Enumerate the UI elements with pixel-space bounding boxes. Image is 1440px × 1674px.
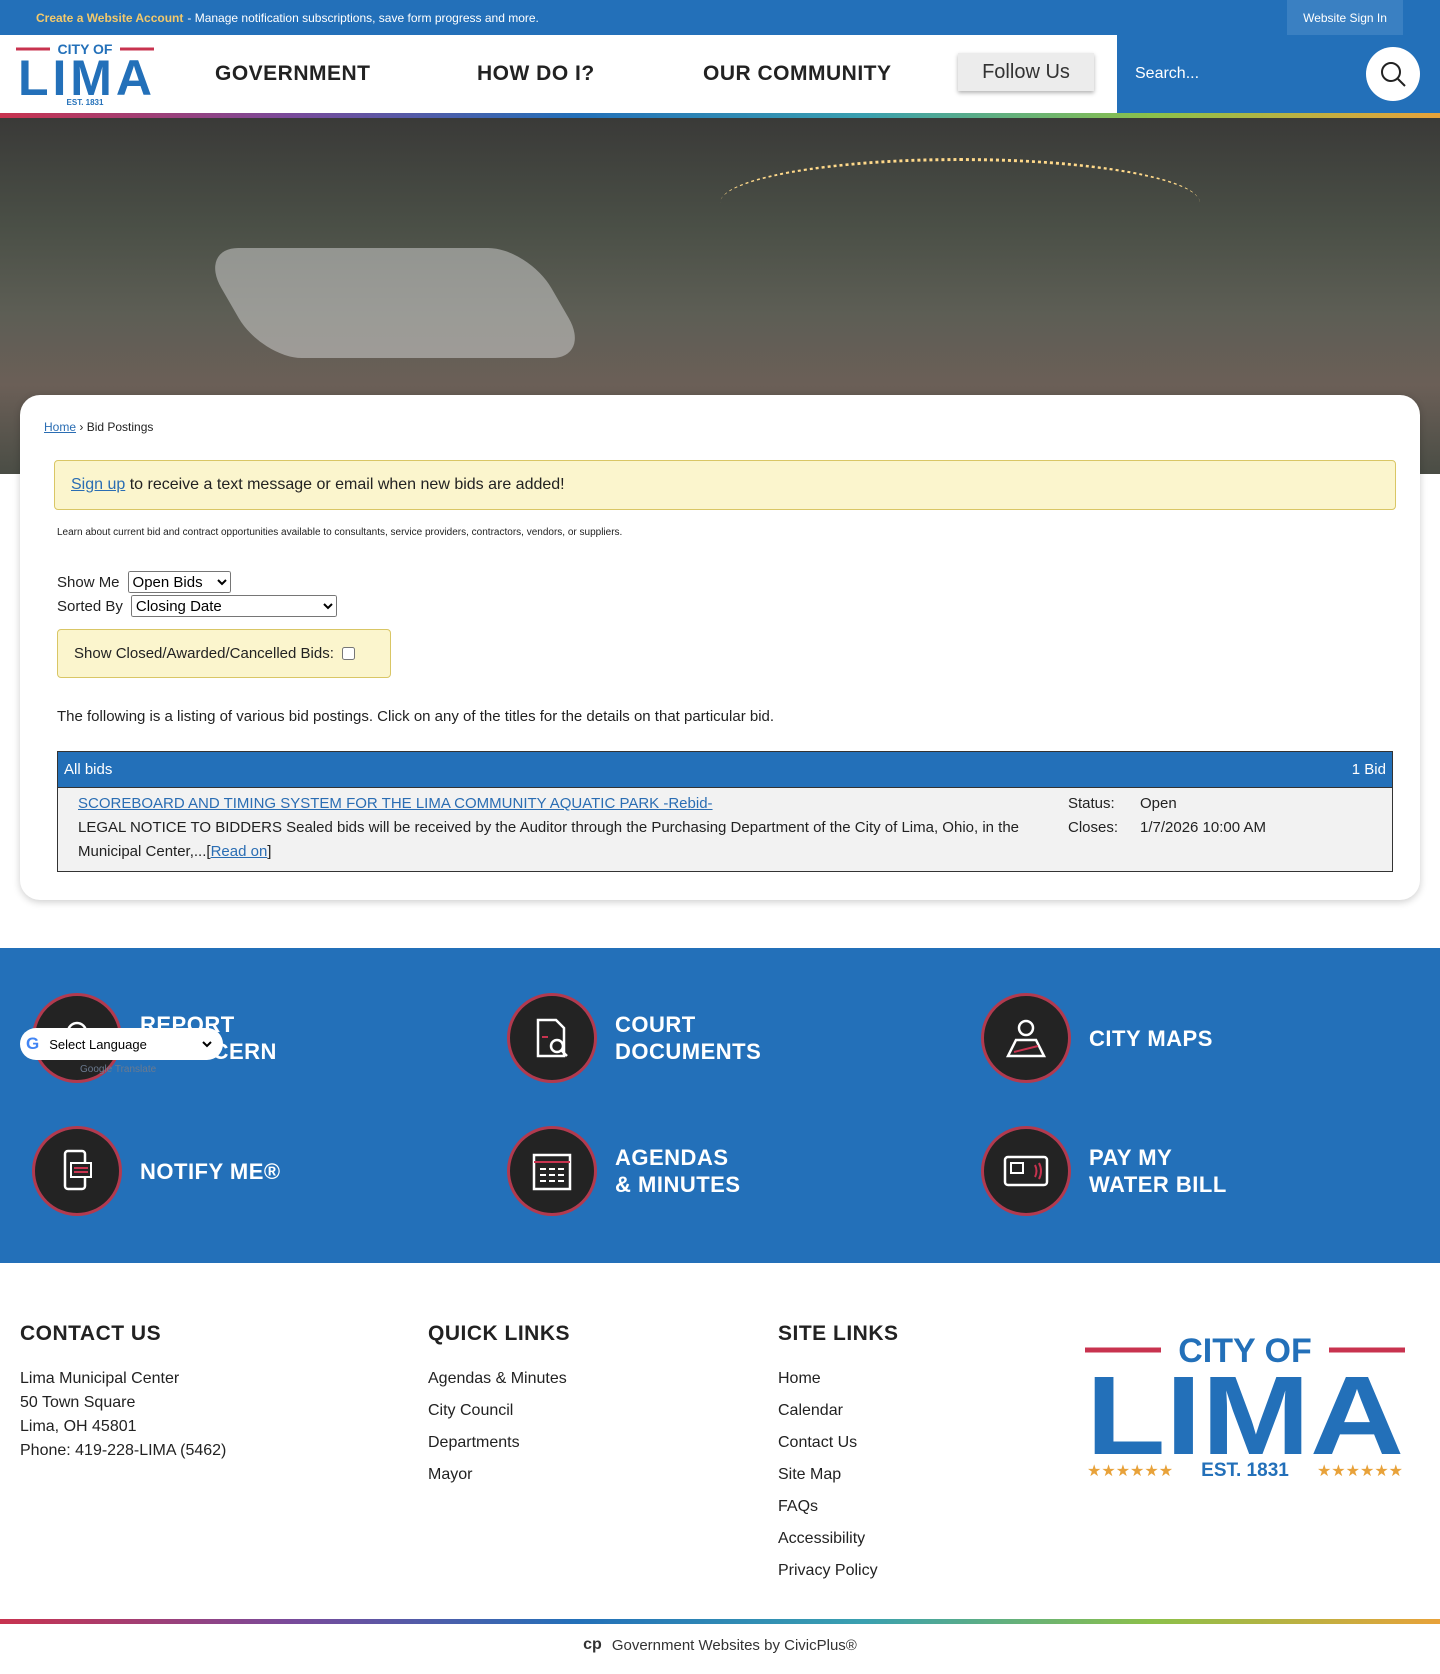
site-links-heading: SITE LINKS <box>778 1322 899 1345</box>
breadcrumb-home[interactable]: Home <box>44 420 76 434</box>
site-link[interactable]: FAQs <box>778 1495 878 1519</box>
map-icon <box>981 993 1071 1083</box>
breadcrumb-current: Bid Postings <box>86 420 154 434</box>
bids-count: 1 Bid <box>1351 761 1386 778</box>
svg-text:★★★★★★: ★★★★★★ <box>1087 1463 1173 1480</box>
svg-text:★★★★★★: ★★★★★★ <box>1317 1463 1403 1480</box>
nav-our-community[interactable]: OUR COMMUNITY <box>703 35 892 113</box>
tile-city-maps[interactable]: CITY MAPS <box>981 993 1213 1083</box>
quick-link[interactable]: Mayor <box>428 1463 567 1487</box>
site-link[interactable]: Calendar <box>778 1399 878 1423</box>
status-label: Status: <box>1068 795 1115 812</box>
search-button[interactable] <box>1366 47 1420 101</box>
listing-text: The following is a listing of various bi… <box>57 708 775 725</box>
calendar-icon <box>507 1126 597 1216</box>
civicplus-icon: cp <box>583 1636 602 1653</box>
document-search-icon <box>507 993 597 1083</box>
breadcrumb: Home › Bid Postings <box>44 420 154 434</box>
website-sign-in-button[interactable]: Website Sign In <box>1287 0 1403 35</box>
sign-up-link[interactable]: Sign up <box>71 476 125 494</box>
site-link[interactable]: Home <box>778 1367 878 1391</box>
logo-est: EST. 1831 <box>67 98 104 105</box>
show-me-label: Show Me <box>57 573 120 591</box>
contact-line: Lima, OH 45801 <box>20 1418 137 1435</box>
closes-label: Closes: <box>1068 819 1119 836</box>
search-input[interactable] <box>1135 59 1355 89</box>
sorted-by-select[interactable]: Closing Date <box>130 595 337 617</box>
site-link[interactable]: Site Map <box>778 1463 878 1487</box>
status-value: Open <box>1140 795 1177 812</box>
logo-lima: LIMA <box>18 50 152 105</box>
nav-how-do-i[interactable]: HOW DO I? <box>477 35 595 113</box>
signup-alert: Sign up to receive a text message or ema… <box>54 460 1396 510</box>
footer-city-of-lima-logo: CITY OF LIMA ★★★★★★ ★★★★★★ EST. 1831 <box>1085 1332 1405 1480</box>
search-icon <box>1381 62 1406 87</box>
alert-text: to receive a text message or email when … <box>125 476 565 493</box>
site-link[interactable]: Contact Us <box>778 1431 878 1455</box>
quick-links-heading: QUICK LINKS <box>428 1322 570 1345</box>
account-text: - Manage notification subscriptions, sav… <box>187 10 539 25</box>
top-bar: Create a Website Account - Manage notifi… <box>0 0 1440 35</box>
table-row: SCOREBOARD AND TIMING SYSTEM FOR THE LIM… <box>58 788 1392 871</box>
contact-line: Lima Municipal Center <box>20 1370 180 1387</box>
google-g-icon: G <box>26 1034 40 1053</box>
select-language-dropdown[interactable]: Select Language <box>45 1033 216 1055</box>
show-me-select[interactable]: Open Bids <box>127 571 231 593</box>
sorted-by-label: Sorted By <box>57 597 123 615</box>
svg-text:EST. 1831: EST. 1831 <box>1201 1460 1289 1480</box>
contact-line: 50 Town Square <box>20 1394 136 1411</box>
tile-pay-water-bill[interactable]: PAY MY WATER BILL <box>981 1126 1227 1216</box>
tile-agendas-minutes[interactable]: AGENDAS & MINUTES <box>507 1126 741 1216</box>
header: CITY OF LIMA EST. 1831 GOVERNMENT HOW DO… <box>0 35 1440 113</box>
intro-text: Learn about current bid and contract opp… <box>57 527 623 538</box>
show-closed-box: Show Closed/Awarded/Cancelled Bids: <box>57 629 391 678</box>
bids-header: All bids <box>64 761 113 778</box>
show-closed-checkbox[interactable] <box>341 647 355 660</box>
civicplus-credit[interactable]: cp Government Websites by CivicPlus® <box>0 1636 1440 1654</box>
read-on-link[interactable]: Read on <box>211 843 268 860</box>
tile-notify-me[interactable]: NOTIFY ME® <box>32 1126 281 1216</box>
create-account-link[interactable]: Create a Website Account <box>36 11 183 25</box>
payment-card-icon <box>981 1126 1071 1216</box>
bid-title-link[interactable]: SCOREBOARD AND TIMING SYSTEM FOR THE LIM… <box>78 795 713 812</box>
content-card: Home › Bid Postings Sign up to receive a… <box>20 395 1420 900</box>
search-area <box>1117 35 1440 113</box>
quick-link[interactable]: City Council <box>428 1399 567 1423</box>
contact-us-heading: CONTACT US <box>20 1322 162 1345</box>
nav-government[interactable]: GOVERNMENT <box>215 35 371 113</box>
tile-court-documents[interactable]: COURT DOCUMENTS <box>507 993 761 1083</box>
city-of-lima-logo[interactable]: CITY OF LIMA EST. 1831 <box>16 41 154 105</box>
quick-link[interactable]: Departments <box>428 1431 567 1455</box>
google-translate-widget: G Select Language <box>20 1028 223 1060</box>
site-link[interactable]: Accessibility <box>778 1527 878 1551</box>
follow-us-button[interactable]: Follow Us <box>958 53 1094 91</box>
bids-table: All bids 1 Bid SCOREBOARD AND TIMING SYST… <box>57 751 1393 872</box>
google-translate-credit: Google Translate <box>80 1064 157 1075</box>
contact-phone: Phone: 419-228-LIMA (5462) <box>20 1442 227 1459</box>
footer-rainbow-divider <box>0 1619 1440 1624</box>
site-link[interactable]: Privacy Policy <box>778 1559 878 1583</box>
phone-message-icon <box>32 1126 122 1216</box>
closes-value: 1/7/2026 10:00 AM <box>1140 819 1266 836</box>
quick-link[interactable]: Agendas & Minutes <box>428 1367 567 1391</box>
show-closed-label: Show Closed/Awarded/Cancelled Bids: <box>74 645 334 662</box>
